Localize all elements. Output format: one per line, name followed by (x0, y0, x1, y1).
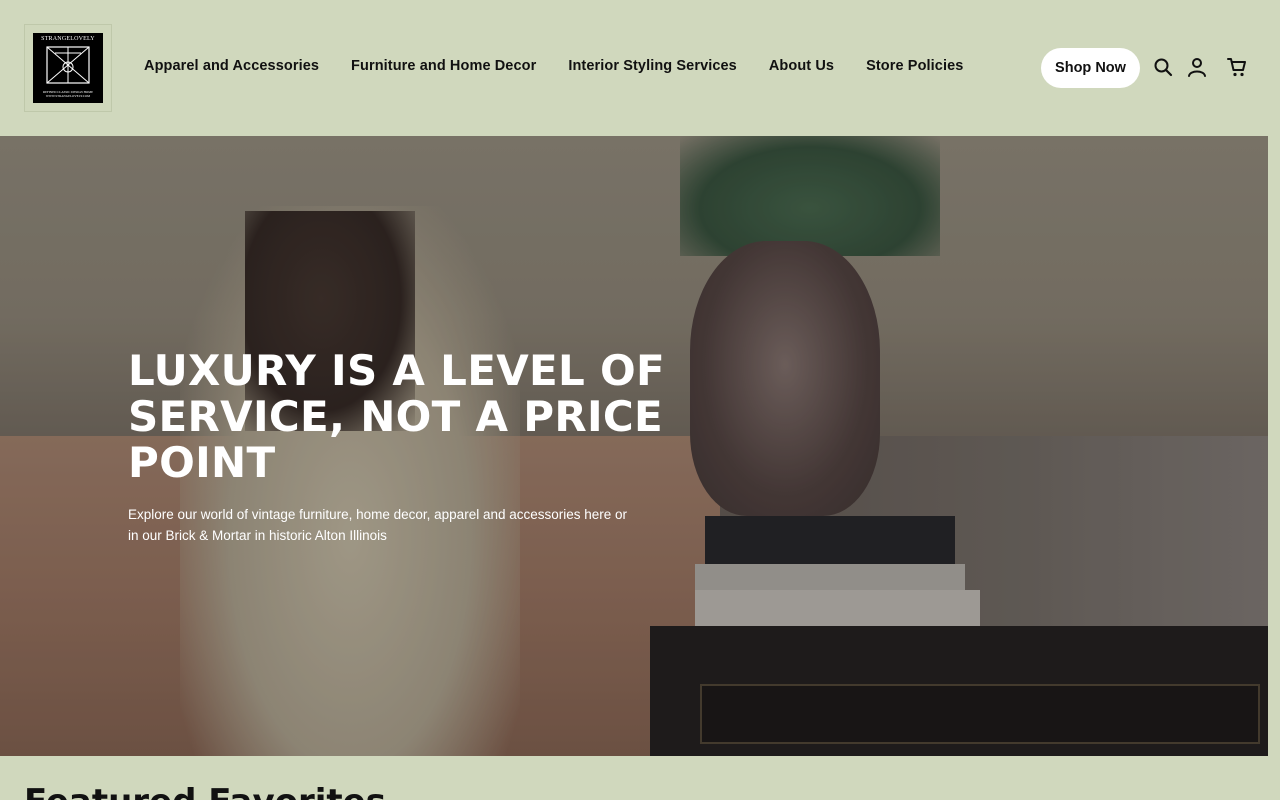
shop-now-button[interactable]: Shop Now (1041, 48, 1140, 88)
search-icon[interactable] (1152, 56, 1174, 78)
hero-banner: LUXURY IS A LEVEL OF SERVICE, NOT A PRIC… (0, 136, 1268, 756)
nav-item-store-policies[interactable]: Store Policies (866, 58, 963, 74)
scrollbar-track[interactable] (1268, 136, 1280, 756)
site-header: STRANGELOVELY REFINED CLASSIC DESIGN HOM… (0, 0, 1280, 136)
logo: STRANGELOVELY REFINED CLASSIC DESIGN HOM… (33, 33, 103, 103)
logo-brand: STRANGELOVELY (41, 36, 95, 42)
logo-url-text: WWW.STRANGELOVELY.COM (45, 94, 91, 98)
logo-link[interactable]: STRANGELOVELY REFINED CLASSIC DESIGN HOM… (24, 24, 112, 112)
nav-item-furniture[interactable]: Furniture and Home Decor (351, 58, 536, 74)
nav-item-about-us[interactable]: About Us (769, 58, 834, 74)
logo-tagline: REFINED CLASSIC DESIGN HOME WWW.STRANGEL… (33, 90, 103, 98)
hero-description: Explore our world of vintage furniture, … (128, 507, 628, 543)
nav-item-apparel[interactable]: Apparel and Accessories (144, 58, 319, 74)
nav-item-styling-services[interactable]: Interior Styling Services (568, 58, 737, 74)
cart-icon[interactable] (1226, 56, 1248, 78)
main-nav: Apparel and Accessories Furniture and Ho… (144, 58, 995, 74)
account-icon[interactable] (1186, 56, 1208, 78)
featured-section-title: Featured Favorites (24, 782, 386, 800)
logo-mark-icon (46, 46, 90, 84)
hero-heading: LUXURY IS A LEVEL OF SERVICE, NOT A PRIC… (128, 346, 665, 487)
